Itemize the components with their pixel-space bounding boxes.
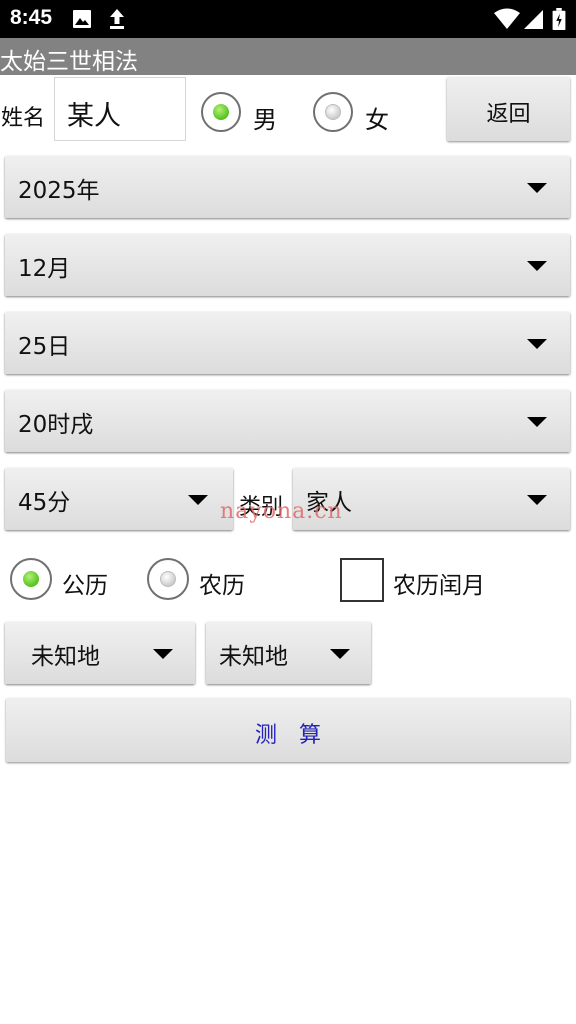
chevron-down-icon: [330, 649, 350, 659]
lunar-calendar-radio[interactable]: [147, 558, 189, 600]
female-label: 女: [365, 106, 389, 134]
minute-dropdown[interactable]: 45分: [5, 468, 233, 530]
chevron-down-icon: [527, 339, 547, 349]
title-bar: 太始三世相法: [0, 38, 576, 75]
battery-icon: [552, 8, 566, 30]
status-time: 8:45: [10, 6, 53, 29]
chevron-down-icon: [527, 417, 547, 427]
female-radio[interactable]: [313, 92, 353, 132]
chevron-down-icon: [527, 495, 547, 505]
status-bar: 8:45: [0, 0, 576, 38]
male-radio[interactable]: [201, 92, 241, 132]
back-button-label: 返回: [486, 102, 531, 127]
solar-calendar-radio[interactable]: [10, 558, 52, 600]
image-icon: [73, 10, 91, 28]
minute-value: 45分: [18, 490, 71, 516]
chevron-down-icon: [153, 649, 173, 659]
hour-dropdown[interactable]: 20时戌: [5, 390, 570, 452]
calculate-button[interactable]: 测 算: [6, 698, 570, 762]
year-value: 2025年: [18, 178, 100, 204]
month-dropdown[interactable]: 12月: [5, 234, 570, 296]
leap-month-label: 农历闰月: [393, 573, 485, 599]
wifi-icon: [494, 8, 520, 29]
calculate-button-label: 测 算: [254, 723, 321, 748]
name-input[interactable]: 某人: [54, 77, 186, 141]
lunar-calendar-label: 农历: [199, 573, 245, 599]
solar-calendar-label: 公历: [62, 573, 108, 599]
location-2-value: 未知地: [219, 644, 288, 670]
watermark: nayona.cn: [220, 499, 343, 524]
chevron-down-icon: [527, 183, 547, 193]
male-label: 男: [253, 106, 277, 134]
day-dropdown[interactable]: 25日: [5, 312, 570, 374]
back-button[interactable]: 返回: [447, 77, 570, 141]
app-title: 太始三世相法: [0, 49, 138, 75]
hour-value: 20时戌: [18, 412, 94, 438]
name-label: 姓名: [1, 106, 46, 131]
chevron-down-icon: [527, 261, 547, 271]
year-dropdown[interactable]: 2025年: [5, 156, 570, 218]
upload-icon: [110, 9, 124, 29]
month-value: 12月: [18, 256, 71, 282]
leap-month-checkbox[interactable]: [340, 558, 384, 602]
day-value: 25日: [18, 334, 71, 360]
location-dropdown-2[interactable]: 未知地: [206, 622, 371, 684]
signal-icon: [524, 10, 543, 29]
chevron-down-icon: [188, 495, 208, 505]
location-dropdown-1[interactable]: 未知地: [5, 622, 195, 684]
location-1-value: 未知地: [31, 644, 100, 670]
